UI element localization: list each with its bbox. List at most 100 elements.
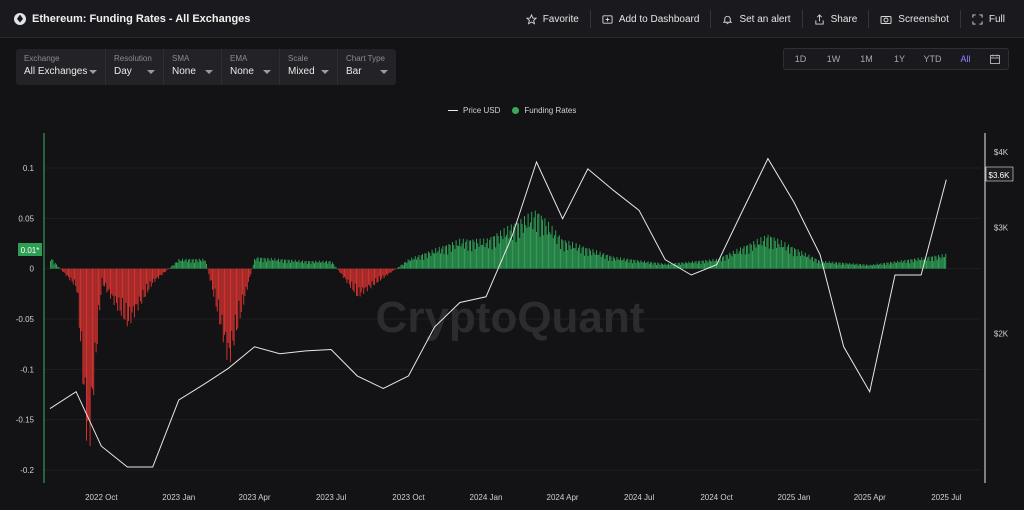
sma-dropdown[interactable]: SMA None bbox=[164, 49, 222, 85]
share-button[interactable]: Share bbox=[803, 10, 870, 28]
funding-bar bbox=[623, 257, 625, 269]
funding-bar bbox=[80, 268, 81, 342]
funding-bar bbox=[599, 251, 601, 269]
funding-bar bbox=[802, 254, 804, 269]
funding-bar bbox=[483, 238, 485, 269]
fullscreen-button[interactable]: Full bbox=[961, 10, 1016, 28]
funding-bar bbox=[306, 264, 308, 269]
funding-bar bbox=[852, 263, 854, 269]
funding-bar bbox=[352, 268, 354, 290]
funding-bar bbox=[614, 258, 615, 269]
funding-bar bbox=[642, 262, 644, 269]
funding-bar bbox=[401, 264, 403, 269]
funding-bar bbox=[196, 259, 198, 269]
funding-bar bbox=[656, 265, 657, 269]
funding-bar bbox=[542, 219, 543, 269]
calendar-button[interactable] bbox=[982, 54, 1008, 64]
range-1m[interactable]: 1M bbox=[850, 54, 883, 64]
range-1d[interactable]: 1D bbox=[784, 54, 817, 64]
funding-bar bbox=[692, 261, 693, 269]
funding-bar bbox=[447, 254, 449, 269]
range-all[interactable]: All bbox=[949, 54, 982, 64]
funding-bar bbox=[262, 262, 264, 269]
resolution-dropdown[interactable]: Resolution Day bbox=[106, 49, 164, 85]
funding-bar bbox=[138, 268, 140, 297]
funding-chart[interactable]: CryptoQuant 0.1 0.05 0 -0.05 -0.1 -0.15 -0.2 $… bbox=[0, 100, 1024, 510]
funding-bar bbox=[758, 244, 759, 269]
funding-bar bbox=[132, 268, 134, 307]
funding-bar bbox=[444, 246, 446, 269]
funding-bar bbox=[747, 245, 749, 269]
funding-bar bbox=[257, 257, 259, 269]
funding-bar bbox=[804, 252, 806, 269]
funding-bar bbox=[432, 252, 434, 269]
funding-bar bbox=[420, 255, 422, 269]
funding-bar bbox=[107, 268, 109, 291]
funding-bar bbox=[772, 249, 774, 269]
funding-bar bbox=[868, 265, 870, 269]
funding-bar bbox=[380, 268, 381, 281]
funding-bar bbox=[231, 268, 233, 331]
funding-bar bbox=[404, 262, 405, 269]
funding-bar bbox=[612, 256, 614, 269]
funding-bar bbox=[326, 260, 327, 269]
funding-bar bbox=[285, 259, 287, 269]
funding-bar bbox=[792, 256, 794, 269]
screenshot-button[interactable]: Screenshot bbox=[869, 10, 961, 28]
set-alert-button[interactable]: Set an alert bbox=[711, 10, 803, 28]
funding-bar bbox=[176, 262, 177, 269]
funding-bar bbox=[798, 252, 800, 269]
funding-bar bbox=[563, 251, 565, 269]
funding-bar bbox=[945, 253, 947, 269]
funding-bar bbox=[472, 239, 474, 269]
chevron-down-icon bbox=[89, 70, 97, 74]
funding-bar bbox=[929, 261, 931, 269]
funding-bar bbox=[387, 268, 389, 276]
funding-bar bbox=[662, 264, 663, 269]
funding-bar bbox=[722, 256, 723, 269]
funding-bar bbox=[609, 255, 611, 269]
funding-bar bbox=[227, 268, 229, 343]
funding-bar bbox=[921, 257, 923, 269]
y-left-tick-label: -0.05 bbox=[16, 315, 35, 324]
funding-bar bbox=[893, 261, 895, 269]
scale-dropdown[interactable]: Scale Mixed bbox=[280, 49, 338, 85]
funding-bar bbox=[803, 256, 805, 269]
funding-bar bbox=[206, 263, 207, 269]
range-ytd[interactable]: YTD bbox=[916, 54, 949, 64]
funding-bar bbox=[572, 241, 573, 269]
x-tick-label: 2022 Oct bbox=[85, 493, 118, 502]
funding-bar bbox=[365, 268, 367, 287]
funding-bar bbox=[634, 260, 636, 269]
funding-bar bbox=[249, 268, 251, 277]
funding-bar bbox=[172, 265, 174, 269]
funding-bar bbox=[844, 264, 846, 269]
range-1w[interactable]: 1W bbox=[817, 54, 850, 64]
funding-bar bbox=[424, 253, 426, 269]
chart-type-dropdown[interactable]: Chart Type Bar bbox=[338, 49, 396, 85]
funding-bar bbox=[98, 268, 99, 306]
time-range-selector: 1D 1W 1M 1Y YTD All bbox=[783, 48, 1009, 70]
funding-bar bbox=[837, 264, 839, 269]
funding-bar bbox=[575, 243, 577, 269]
funding-bar bbox=[752, 250, 753, 269]
funding-bar bbox=[900, 260, 902, 269]
chart-header: Ethereum: Funding Rates - All Exchanges … bbox=[0, 0, 1024, 38]
add-to-dashboard-button[interactable]: Add to Dashboard bbox=[591, 10, 712, 28]
funding-bar bbox=[280, 259, 282, 269]
favorite-button[interactable]: Favorite bbox=[515, 10, 591, 28]
range-1y[interactable]: 1Y bbox=[883, 54, 916, 64]
page-title: Ethereum: Funding Rates - All Exchanges bbox=[32, 12, 251, 25]
exchange-dropdown[interactable]: Exchange All Exchanges bbox=[16, 49, 106, 85]
chevron-down-icon bbox=[380, 70, 388, 74]
funding-bar bbox=[68, 268, 69, 277]
funding-bar bbox=[190, 262, 192, 269]
funding-bar bbox=[299, 262, 301, 269]
share-icon bbox=[814, 13, 824, 25]
ema-dropdown[interactable]: EMA None bbox=[222, 49, 280, 85]
funding-bar bbox=[407, 259, 409, 269]
funding-bar bbox=[557, 236, 559, 269]
funding-bar bbox=[891, 262, 893, 269]
funding-bar bbox=[430, 255, 432, 269]
funding-bar bbox=[465, 241, 467, 269]
